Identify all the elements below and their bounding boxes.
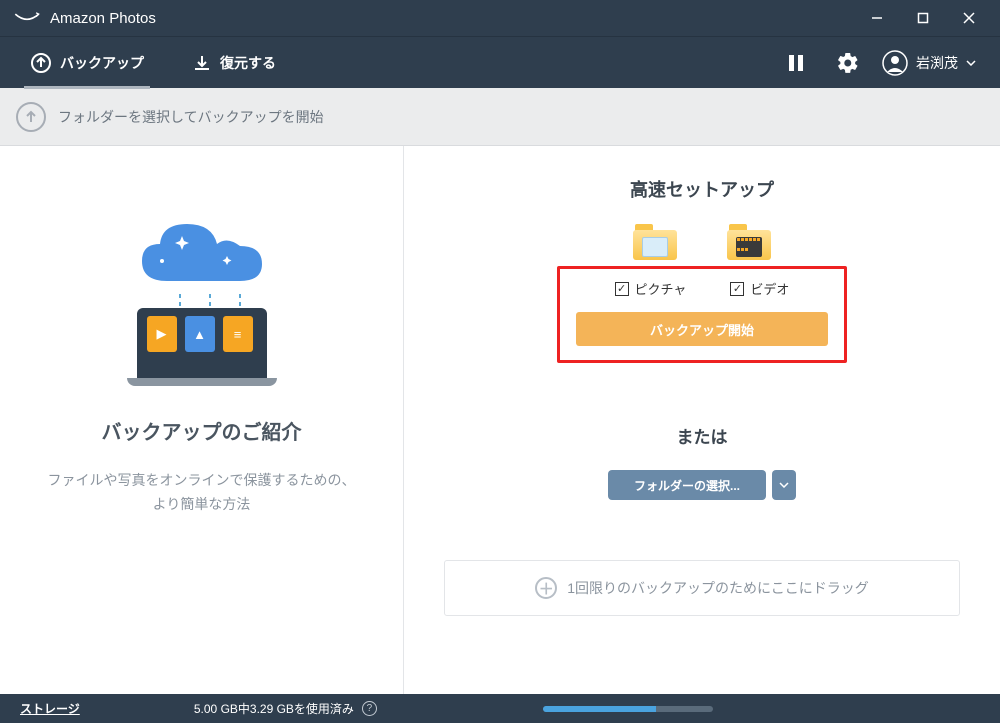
- intro-title: バックアップのご紹介: [24, 416, 379, 445]
- cloud-icon: [132, 216, 272, 296]
- dropzone-text: 1回限りのバックアップのためにここにドラッグ: [567, 578, 869, 598]
- amazon-smile-icon: [14, 10, 40, 26]
- user-name: 岩渕茂: [916, 53, 958, 73]
- app-title: Amazon Photos: [50, 10, 854, 27]
- tab-backup[interactable]: バックアップ: [24, 37, 150, 89]
- download-icon: [192, 53, 212, 73]
- upload-hint-icon: [16, 102, 46, 132]
- upload-circle-icon: [30, 52, 52, 74]
- intro-description: ファイルや写真をオンラインで保護するための、 より簡単な方法: [24, 469, 379, 517]
- navbar: バックアップ 復元する 岩渕茂: [0, 36, 1000, 88]
- intro-panel: ▶▲≡ ▶▲≡ バックアップのご紹介 ファイルや写真をオンラインで保護するための…: [0, 146, 404, 694]
- laptop-icon: ▶▲≡: [127, 308, 277, 386]
- storage-link[interactable]: ストレージ: [20, 700, 80, 717]
- quick-setup-title: 高速セットアップ: [444, 176, 960, 202]
- pause-button[interactable]: [778, 45, 814, 81]
- storage-usage-text: 5.00 GB中3.29 GBを使用済み: [194, 700, 354, 717]
- maximize-button[interactable]: [900, 0, 946, 36]
- tab-backup-label: バックアップ: [60, 53, 144, 73]
- footer: ストレージ 5.00 GB中3.29 GBを使用済み ?: [0, 694, 1000, 723]
- or-title: または: [444, 423, 960, 448]
- minimize-button[interactable]: [854, 0, 900, 36]
- select-folder-button[interactable]: フォルダーの選択...: [608, 470, 766, 500]
- checkbox-videos[interactable]: ✓ビデオ: [730, 279, 789, 298]
- window-controls: [854, 0, 992, 36]
- help-icon[interactable]: ?: [362, 701, 377, 716]
- plus-circle-icon: ＋: [535, 577, 557, 599]
- start-backup-button[interactable]: バックアップ開始: [576, 312, 828, 346]
- chevron-down-icon: [779, 482, 789, 488]
- storage-progress-fill: [543, 706, 655, 712]
- subheader: フォルダーを選択してバックアップを開始: [0, 88, 1000, 146]
- subheader-text: フォルダーを選択してバックアップを開始: [58, 107, 324, 127]
- main-content: ▶▲≡ ▶▲≡ バックアップのご紹介 ファイルや写真をオンラインで保護するための…: [0, 146, 1000, 694]
- settings-button[interactable]: [830, 45, 866, 81]
- close-button[interactable]: [946, 0, 992, 36]
- one-time-backup-dropzone[interactable]: ＋ 1回限りのバックアップのためにここにドラッグ: [444, 560, 960, 616]
- avatar-icon: [882, 50, 908, 76]
- tab-restore[interactable]: 復元する: [186, 37, 282, 89]
- videos-folder-icon: [727, 224, 771, 260]
- tab-restore-label: 復元する: [220, 53, 276, 73]
- quick-setup-highlight: ✓ピクチャ ✓ビデオ バックアップ開始: [557, 266, 847, 363]
- setup-panel: 高速セットアップ ✓ピクチャ ✓ビデオ バックアップ開始 または フォルダーの選…: [404, 146, 1000, 694]
- titlebar: Amazon Photos: [0, 0, 1000, 36]
- user-menu[interactable]: 岩渕茂: [882, 50, 976, 76]
- storage-progress-bar: [543, 706, 713, 712]
- folder-type-row: [444, 224, 960, 260]
- gear-icon: [836, 51, 860, 75]
- checkbox-pictures[interactable]: ✓ピクチャ: [615, 279, 687, 298]
- pictures-folder-icon: [633, 224, 677, 260]
- select-folder-dropdown[interactable]: [772, 470, 796, 500]
- chevron-down-icon: [966, 60, 976, 66]
- backup-illustration: ▶▲≡ ▶▲≡: [102, 216, 302, 386]
